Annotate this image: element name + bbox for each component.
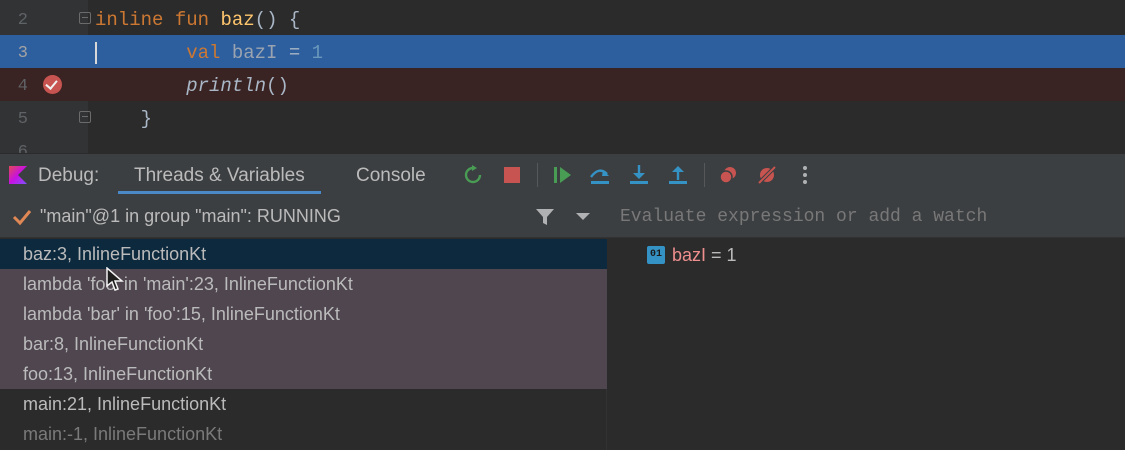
code-token: () { <box>254 9 301 31</box>
evaluate-expression-input[interactable] <box>607 195 1125 238</box>
line-number: 5 <box>17 110 28 129</box>
mouse-pointer-icon <box>106 267 125 291</box>
code-token: bazI <box>231 42 278 64</box>
mute-breakpoints-icon[interactable] <box>755 163 779 187</box>
line-number: 2 <box>17 11 28 30</box>
thread-label: "main"@1 in group "main": RUNNING <box>40 206 341 226</box>
step-into-icon[interactable] <box>627 163 651 187</box>
stack-frame[interactable]: bar:8, InlineFunctionKt <box>0 329 607 359</box>
thread-selector[interactable]: "main"@1 in group "main": RUNNING <box>0 195 607 238</box>
more-options-icon[interactable] <box>793 163 817 187</box>
frames-panel: "main"@1 in group "main": RUNNING baz:3,… <box>0 195 607 450</box>
stack-frame[interactable]: lambda 'bar' in 'foo':15, InlineFunction… <box>0 299 607 329</box>
code-token: println <box>186 75 267 97</box>
tab-console[interactable]: Console <box>356 154 426 196</box>
code-token: val <box>186 42 221 64</box>
step-over-icon[interactable] <box>588 163 612 187</box>
fold-marker-icon[interactable] <box>79 111 91 123</box>
rerun-icon[interactable] <box>461 163 485 187</box>
debug-toolbar: Debug: Threads & Variables Console <box>0 153 1125 195</box>
code-text: println() <box>95 68 289 101</box>
stack-frame[interactable]: main:21, InlineFunctionKt <box>0 389 607 419</box>
stack-frame[interactable]: foo:13, InlineFunctionKt <box>0 359 607 389</box>
line-number: 6 <box>17 143 28 153</box>
stack-frame[interactable]: baz:3, InlineFunctionKt <box>0 239 607 269</box>
toolbar-separator <box>704 163 705 187</box>
debug-label: Debug: <box>38 165 100 186</box>
stop-icon[interactable] <box>500 163 524 187</box>
step-out-icon[interactable] <box>666 163 690 187</box>
filter-icon[interactable] <box>535 207 555 227</box>
line-number: 3 <box>17 44 28 63</box>
code-line-6[interactable]: 6 <box>0 134 1125 153</box>
code-line-5[interactable]: 5 } <box>0 101 1125 134</box>
code-text: inline fun baz() { <box>95 2 300 35</box>
line-number: 4 <box>17 77 28 96</box>
kotlin-logo-icon <box>9 166 27 184</box>
variable-row[interactable]: 01 bazI = 1 <box>607 240 1125 270</box>
toolbar-separator <box>537 163 538 187</box>
fold-marker-icon[interactable] <box>79 12 91 24</box>
code-line-2[interactable]: 2 inline fun baz() { <box>0 2 1125 35</box>
code-editor[interactable]: 2 inline fun baz() { 3 val bazI = 1 4 pr… <box>0 0 1125 153</box>
evaluate-expression-bar[interactable] <box>607 195 1125 238</box>
variable-name: bazI <box>672 245 707 265</box>
breakpoint-checked-icon[interactable] <box>43 75 62 94</box>
variable-value: = 1 <box>706 245 737 265</box>
code-text: } <box>95 101 152 134</box>
variable-entry: bazI = 1 <box>672 240 737 270</box>
code-token: 1 <box>311 42 324 64</box>
stack-frame[interactable]: lambda 'foo' in 'main':23, InlineFunctio… <box>0 269 607 299</box>
primitive-type-icon: 01 <box>647 246 665 264</box>
resume-program-icon[interactable] <box>550 163 574 187</box>
code-line-3-execution-point[interactable]: 3 val bazI = 1 <box>0 35 1125 68</box>
tab-threads-variables[interactable]: Threads & Variables <box>118 154 321 196</box>
code-text: val bazI = 1 <box>95 35 323 68</box>
code-token: inline <box>95 9 164 31</box>
code-token: fun <box>174 9 210 31</box>
view-breakpoints-icon[interactable] <box>716 163 740 187</box>
variables-panel: 01 bazI = 1 <box>607 195 1125 450</box>
checkmark-icon <box>12 210 32 226</box>
code-token: = <box>277 42 312 64</box>
stack-frame[interactable]: main:-1, InlineFunctionKt <box>0 419 607 449</box>
code-token: baz <box>220 9 255 31</box>
code-token: } <box>95 108 153 130</box>
chevron-down-icon[interactable] <box>576 213 590 220</box>
code-token: () <box>266 75 289 97</box>
code-line-4-breakpoint[interactable]: 4 println() <box>0 68 1125 101</box>
